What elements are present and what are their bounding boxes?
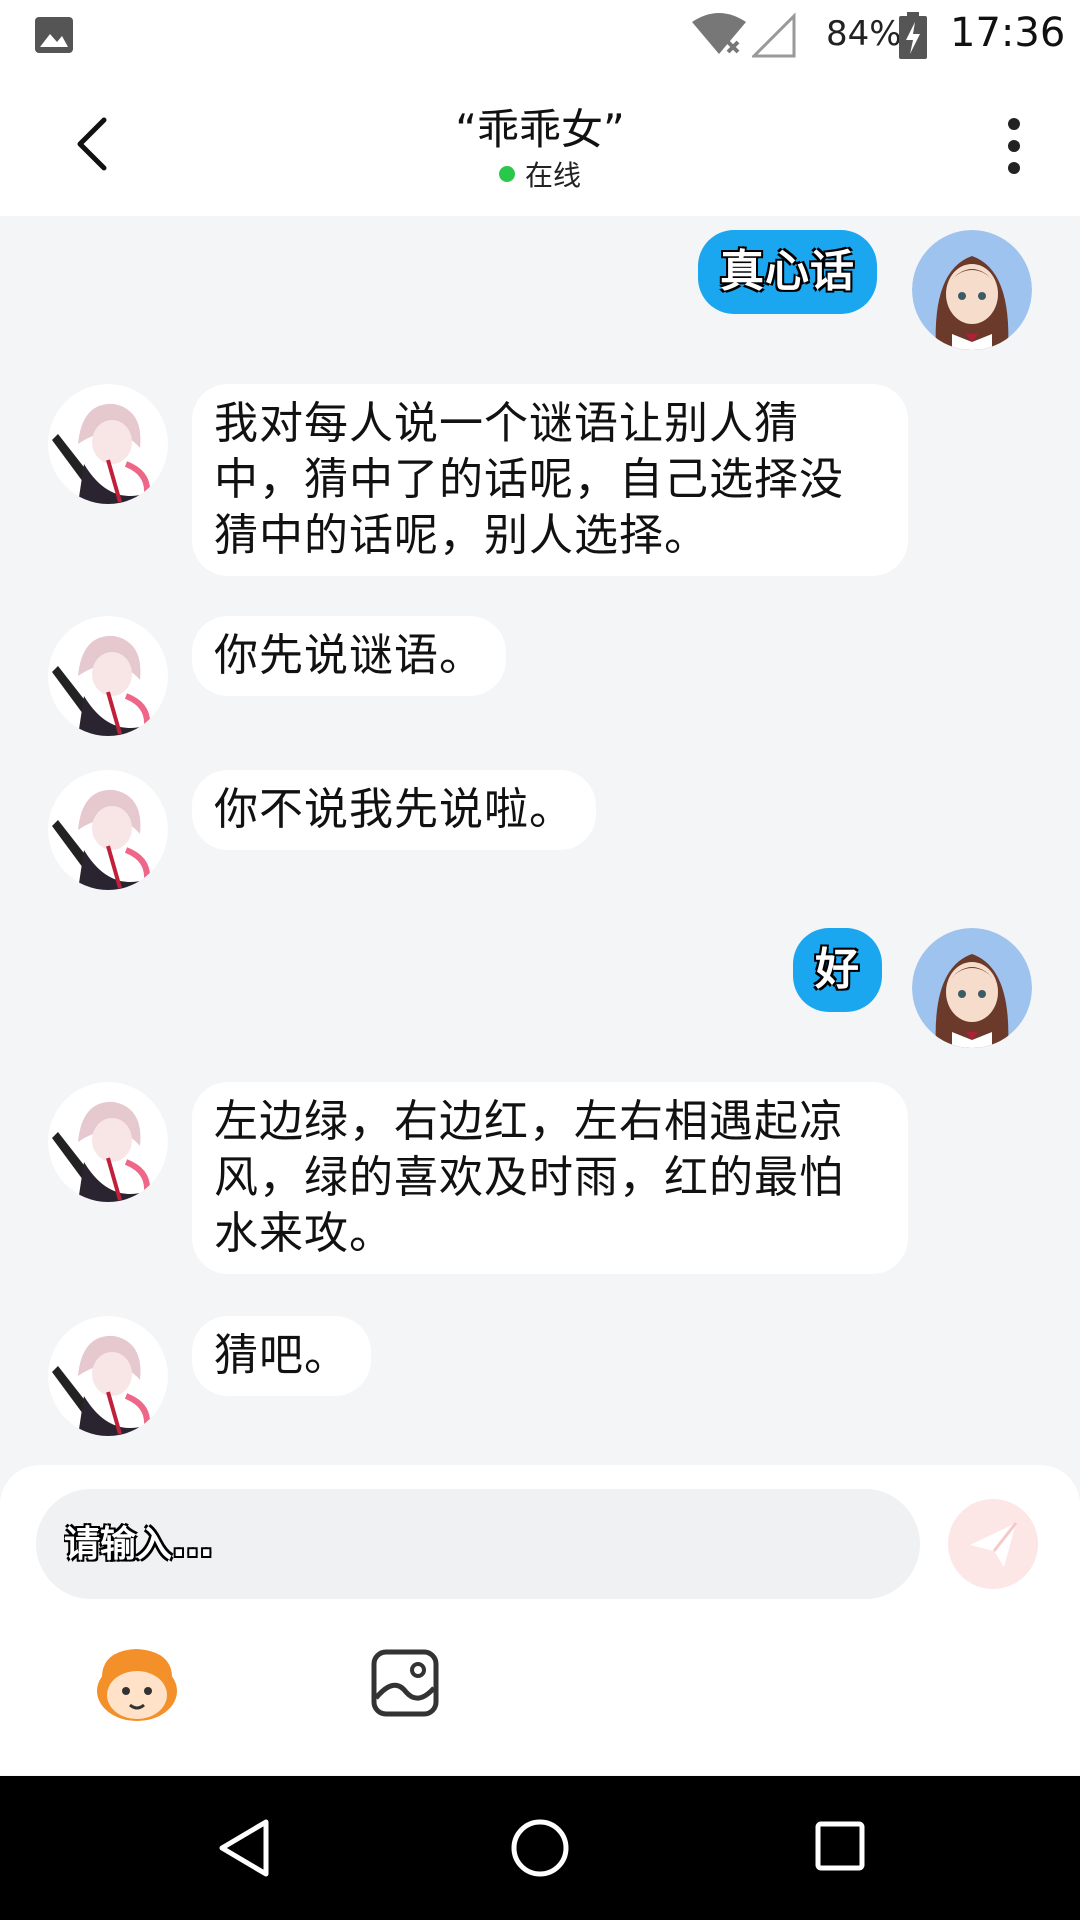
send-button[interactable] bbox=[948, 1499, 1038, 1589]
online-dot-icon bbox=[498, 166, 515, 182]
message-input[interactable] bbox=[36, 1489, 920, 1599]
incoming-message[interactable]: 左边绿，右边红，左右相遇起凉风，绿的喜欢及时雨，红的最怕水来攻。 bbox=[192, 1082, 908, 1274]
contact-avatar[interactable] bbox=[48, 1082, 168, 1202]
message-composer bbox=[0, 1465, 1080, 1775]
contact-avatar[interactable] bbox=[48, 616, 168, 736]
battery-percent: 84% bbox=[826, 14, 902, 54]
incoming-message[interactable]: 你先说谜语。 bbox=[192, 616, 506, 696]
outgoing-message[interactable]: 真心话 bbox=[698, 230, 877, 314]
nav-recents-icon[interactable] bbox=[814, 1818, 866, 1874]
contact-avatar[interactable] bbox=[48, 1316, 168, 1436]
user-avatar[interactable] bbox=[912, 928, 1032, 1048]
incoming-message[interactable]: 我对每人说一个谜语让别人猜中，猜中了的话呢，自己选择没猜中的话呢，别人选择。 bbox=[192, 384, 908, 576]
gallery-notification-icon bbox=[35, 17, 73, 53]
nav-back-icon[interactable] bbox=[214, 1816, 274, 1880]
contact-avatar[interactable] bbox=[48, 384, 168, 504]
incoming-message[interactable]: 你不说我先说啦。 bbox=[192, 770, 596, 850]
wifi-off-icon bbox=[692, 13, 746, 54]
contact-name: “乖乖女” bbox=[455, 105, 625, 154]
emoji-icon[interactable] bbox=[92, 1645, 182, 1725]
message-list[interactable]: 真心话 我对每人说一个谜语让别人猜中，猜中了的话呢，自己选择没猜中的话呢，别人选… bbox=[0, 216, 1080, 1466]
online-status: 在线 bbox=[0, 154, 1080, 194]
user-avatar[interactable] bbox=[912, 230, 1032, 350]
image-picker-icon[interactable] bbox=[370, 1648, 440, 1718]
system-nav-bar bbox=[0, 1776, 1080, 1920]
incoming-message[interactable]: 猜吧。 bbox=[192, 1316, 371, 1396]
chat-header: “乖乖女” 在线 bbox=[0, 72, 1080, 216]
signal-icon bbox=[752, 12, 796, 58]
contact-avatar[interactable] bbox=[48, 770, 168, 890]
nav-home-icon[interactable] bbox=[510, 1816, 570, 1880]
outgoing-message[interactable]: 好 bbox=[793, 928, 882, 1012]
battery-charging-icon bbox=[899, 12, 927, 59]
online-status-label: 在线 bbox=[524, 159, 581, 192]
send-icon bbox=[970, 1522, 1018, 1567]
clock: 17:36 bbox=[950, 10, 1066, 56]
status-bar: 84% 17:36 bbox=[0, 0, 1080, 72]
more-options-icon[interactable] bbox=[1000, 116, 1028, 176]
